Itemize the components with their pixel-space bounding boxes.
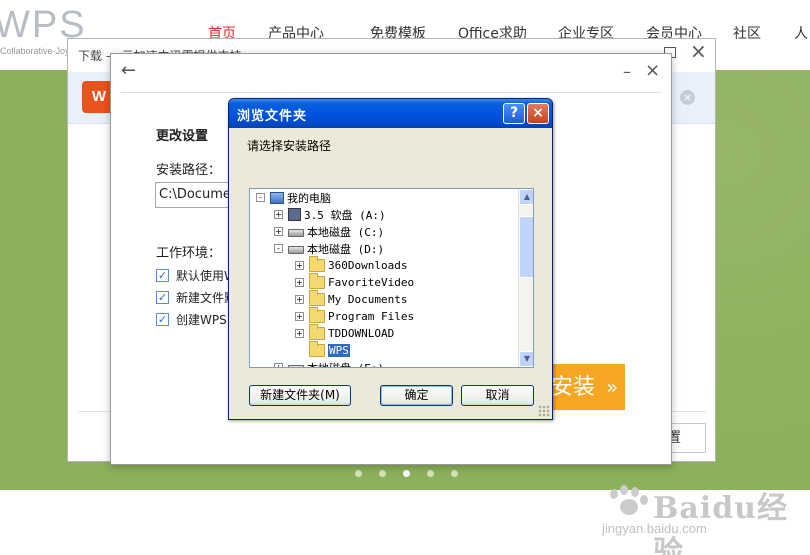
carousel-dot[interactable] <box>379 470 386 477</box>
tree-item-my-computer[interactable]: - 我的电脑 <box>256 189 331 206</box>
site-logo-tagline: Collaborative·Joy <box>0 46 70 56</box>
tree-item-label: 360Downloads <box>328 259 408 272</box>
hard-drive-icon <box>288 229 304 237</box>
carousel-dots <box>355 470 458 477</box>
install-button-label: 安装 <box>551 375 596 400</box>
cancel-button[interactable]: 取消 <box>461 385 534 406</box>
tree-item-drive-c[interactable]: + 本地磁盘 (C:) <box>274 223 384 240</box>
open-folder-icon <box>309 341 325 357</box>
nav-item-community[interactable]: 社区 <box>733 23 761 43</box>
settings-heading: 更改设置 <box>156 129 209 144</box>
back-arrow-icon[interactable]: ← <box>121 60 136 81</box>
close-icon[interactable]: × <box>690 41 707 61</box>
tree-item-label: FavoriteVideo <box>328 276 415 289</box>
resize-grip-icon[interactable] <box>538 405 550 417</box>
tree-item-folder[interactable]: + FavoriteVideo <box>295 273 415 291</box>
folder-icon <box>309 273 325 289</box>
divider <box>121 92 661 93</box>
watermark-url: jingyan.baidu.com <box>602 521 707 536</box>
tree-item-folder[interactable]: + 360Downloads <box>295 256 408 274</box>
watermark-text: Baidu经验 <box>653 491 788 555</box>
tree-scrollbar[interactable]: ▲ ▼ <box>518 189 533 367</box>
scrollbar-thumb[interactable] <box>519 216 533 278</box>
floppy-drive-icon <box>288 208 301 221</box>
work-env-label: 工作环境： <box>156 246 222 261</box>
tree-item-label: 本地磁盘 (D:) <box>307 242 385 256</box>
scroll-down-arrow-icon[interactable]: ▼ <box>519 351 533 367</box>
carousel-dot[interactable] <box>427 470 434 477</box>
checkbox-checked[interactable]: ✓ <box>156 268 169 282</box>
carousel-dot[interactable] <box>355 470 362 477</box>
expand-icon[interactable]: + <box>295 295 304 304</box>
tree-item-label: 本地磁盘 (E:) <box>307 361 385 368</box>
computer-icon <box>270 191 284 204</box>
collapse-icon[interactable]: - <box>256 193 265 202</box>
folder-icon <box>309 324 325 340</box>
folder-tree[interactable]: - 我的电脑 + 3.5 软盘 (A:) + 本地磁盘 (C:) - 本地磁盘 … <box>249 188 534 368</box>
carousel-dot-active[interactable] <box>403 470 410 477</box>
tree-item-drive-a[interactable]: + 3.5 软盘 (A:) <box>274 206 386 223</box>
tree-item-label: 本地磁盘 (C:) <box>307 225 385 239</box>
expand-icon[interactable]: + <box>274 227 283 236</box>
tree-item-label: TDDOWNLOAD <box>328 327 395 340</box>
banner-close-icon[interactable]: × <box>680 90 695 105</box>
nav-item-more[interactable]: 人 <box>794 23 808 43</box>
tree-item-label: My Documents <box>328 293 408 306</box>
expand-icon[interactable]: + <box>274 363 283 367</box>
baidu-watermark: Baidu经验 jingyan.baidu.com <box>598 475 798 555</box>
tree-item-folder[interactable]: + Program Files <box>295 307 415 325</box>
tree-item-folder[interactable]: + TDDOWNLOAD <box>295 324 395 342</box>
close-button[interactable]: × <box>527 103 549 124</box>
browse-dialog-title: 浏览文件夹 <box>237 109 308 124</box>
folder-icon <box>309 290 325 306</box>
browse-folder-dialog: 浏览文件夹 ? × 请选择安装路径 - 我的电脑 + 3.5 软盘 (A:) +… <box>228 98 553 420</box>
carousel-dot[interactable] <box>451 470 458 477</box>
folder-icon <box>309 307 325 323</box>
tree-item-label: WPS <box>328 344 350 357</box>
collapse-icon[interactable]: - <box>274 244 283 253</box>
minimize-icon[interactable]: – <box>623 62 631 81</box>
tree-item-folder-selected[interactable]: WPS <box>295 341 350 359</box>
expand-icon[interactable]: + <box>295 278 304 287</box>
hard-drive-icon <box>288 365 304 367</box>
scroll-up-arrow-icon[interactable]: ▲ <box>519 189 533 205</box>
browse-dialog-titlebar[interactable]: 浏览文件夹 ? × <box>229 99 552 128</box>
tree-item-label: Program Files <box>328 310 415 323</box>
tree-item-label: 3.5 软盘 (A:) <box>304 208 386 222</box>
expand-icon[interactable]: + <box>295 261 304 270</box>
folder-icon <box>309 256 325 272</box>
expand-icon[interactable]: + <box>274 210 283 219</box>
tree-item-label: 我的电脑 <box>287 191 331 205</box>
tree-item-drive-d[interactable]: - 本地磁盘 (D:) <box>274 240 384 257</box>
checkbox-checked[interactable]: ✓ <box>156 290 169 304</box>
checkbox-checked[interactable]: ✓ <box>156 312 169 326</box>
close-icon[interactable]: × <box>645 62 660 80</box>
tree-item-drive-e[interactable]: + 本地磁盘 (E:) <box>274 359 385 368</box>
tree-item-folder[interactable]: + My Documents <box>295 290 408 308</box>
install-path-label: 安装路径： <box>156 163 222 178</box>
expand-icon[interactable]: + <box>295 312 304 321</box>
baidu-paw-icon <box>606 485 650 521</box>
ok-button[interactable]: 确定 <box>380 385 453 406</box>
new-folder-button[interactable]: 新建文件夹(M) <box>249 385 351 406</box>
hard-drive-icon <box>288 246 304 254</box>
browse-prompt: 请选择安装路径 <box>247 139 332 153</box>
double-chevron-right-icon: » <box>606 375 619 399</box>
help-button[interactable]: ? <box>503 103 525 124</box>
expand-icon[interactable]: + <box>295 329 304 338</box>
